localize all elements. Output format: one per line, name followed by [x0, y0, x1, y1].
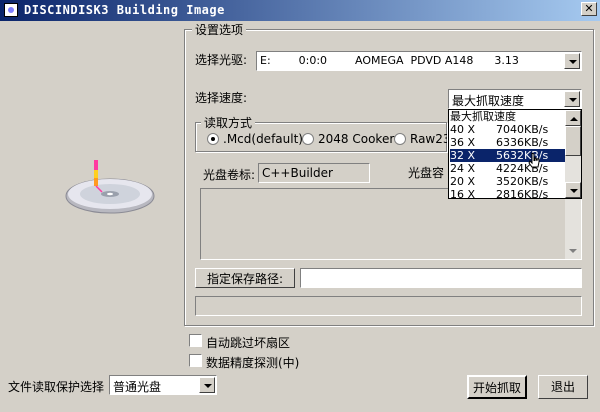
chevron-down-icon	[570, 189, 578, 193]
mouse-pointer-icon	[528, 152, 540, 168]
drive-select[interactable]: E: 0:0:0 AOMEGA PDVD A148 3.13	[256, 51, 582, 71]
settings-group-label: 设置选项	[192, 21, 247, 38]
drive-select-button[interactable]	[564, 53, 580, 69]
chevron-down-icon	[569, 60, 577, 64]
speed-option[interactable]: 36 X 6336KB/s	[450, 136, 566, 149]
log-scroll-down-button[interactable]	[565, 243, 581, 259]
speed-option[interactable]: 40 X 7040KB/s	[450, 123, 566, 136]
radio-mcd-label[interactable]: .Mcd(default)	[223, 132, 303, 146]
radio-raw-label[interactable]: Raw235	[410, 132, 447, 146]
exit-button[interactable]: 退出	[538, 375, 588, 399]
protection-label: 文件读取保护选择	[8, 380, 105, 394]
capacity-label: 光盘容	[408, 166, 445, 180]
window-title: DISCINDISK3 Building Image	[24, 3, 225, 17]
chevron-down-icon	[569, 98, 577, 102]
protection-select[interactable]: 普通光盘	[109, 375, 217, 395]
read-mode-group-label: 读取方式	[201, 114, 256, 131]
chevron-down-icon	[569, 249, 577, 253]
close-button[interactable]: ✕	[581, 2, 597, 16]
scroll-thumb[interactable]	[565, 126, 581, 156]
app-icon	[4, 3, 18, 17]
speed-option-selected[interactable]: 32 X 5632KB/s	[450, 149, 566, 162]
radio-2048-cooker-label[interactable]: 2048 Cooker	[318, 132, 394, 146]
chevron-up-icon	[570, 117, 578, 121]
radio-mcd[interactable]	[207, 133, 219, 145]
precision-detect-label[interactable]: 数据精度探测(中)	[206, 354, 299, 371]
speed-select-button[interactable]	[564, 91, 580, 107]
start-button[interactable]: 开始抓取	[467, 375, 527, 399]
scroll-down-button[interactable]	[565, 182, 581, 198]
scroll-up-button[interactable]	[565, 110, 581, 126]
protection-select-value: 普通光盘	[113, 380, 162, 394]
progress-bar	[195, 296, 582, 316]
volume-value: C++Builder	[262, 166, 333, 180]
speed-option[interactable]: 16 X 2816KB/s	[450, 188, 566, 198]
speed-dropdown-scrollbar[interactable]	[565, 110, 581, 198]
speed-dropdown-list[interactable]: 最大抓取速度 40 X 7040KB/s 36 X 6336KB/s 32 X …	[448, 109, 582, 199]
radio-raw[interactable]	[394, 133, 406, 145]
log-scrollbar[interactable]	[565, 189, 581, 259]
skip-bad-sectors-label[interactable]: 自动跳过坏扇区	[206, 334, 290, 351]
speed-option[interactable]: 20 X 3520KB/s	[450, 175, 566, 188]
skip-bad-sectors-checkbox[interactable]	[189, 334, 202, 347]
precision-detect-checkbox[interactable]	[189, 354, 202, 367]
speed-select-value: 最大抓取速度	[452, 94, 525, 108]
save-path-button[interactable]: 指定保存路径:	[195, 268, 295, 288]
volume-label: 光盘卷标:	[203, 168, 256, 182]
save-path-input[interactable]	[300, 268, 582, 288]
drive-select-value: E: 0:0:0 AOMEGA PDVD A148 3.13	[260, 54, 519, 67]
speed-select[interactable]: 最大抓取速度	[448, 89, 582, 109]
disc-illustration	[65, 160, 155, 214]
title-bar[interactable]: DISCINDISK3 Building Image ✕	[0, 0, 600, 21]
chevron-down-icon	[204, 384, 212, 388]
radio-2048-cooker[interactable]	[302, 133, 314, 145]
volume-field: C++Builder	[258, 163, 370, 183]
speed-label: 选择速度:	[195, 91, 248, 105]
drive-label: 选择光驱:	[195, 53, 248, 67]
speed-option[interactable]: 24 X 4224KB/s	[450, 162, 566, 175]
speed-option[interactable]: 最大抓取速度	[450, 110, 566, 123]
protection-select-button[interactable]	[199, 377, 215, 393]
